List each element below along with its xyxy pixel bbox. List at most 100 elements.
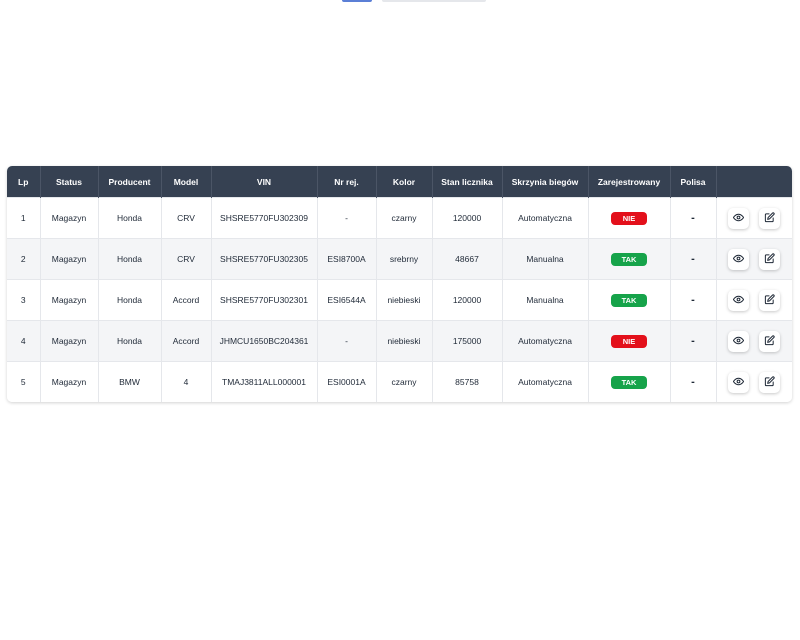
edit-icon <box>764 334 775 348</box>
cell-zarejestrowany: TAK <box>588 361 671 402</box>
vehicles-table: Lp Status Producent Model VIN Nr rej. Ko… <box>7 166 792 402</box>
cell-zarejestrowany: NIE <box>588 197 671 239</box>
column-header-producent: Producent <box>98 166 162 198</box>
cell-skrzynia: Automatyczna <box>502 361 589 402</box>
polisa-value: - <box>691 212 695 224</box>
cell-vin: JHMCU1650BC204361 <box>211 320 318 362</box>
table-row: 3 Magazyn Honda Accord SHSRE5770FU302301… <box>7 279 792 321</box>
column-header-status: Status <box>40 166 99 198</box>
cell-nr-rej: ESI0001A <box>317 361 377 402</box>
edit-button[interactable] <box>759 330 781 352</box>
cell-stan-licznika: 175000 <box>432 320 503 362</box>
cell-producent: Honda <box>98 197 162 239</box>
column-header-vin: VIN <box>211 166 318 198</box>
cell-skrzynia: Automatyczna <box>502 197 589 239</box>
eye-icon <box>733 376 745 389</box>
view-button[interactable] <box>728 371 750 393</box>
registered-badge: TAK <box>611 252 647 266</box>
cell-lp: 1 <box>7 197 41 239</box>
table-row: 2 Magazyn Honda CRV SHSRE5770FU302305 ES… <box>7 238 792 280</box>
cell-model: CRV <box>161 238 212 280</box>
cell-nr-rej: ESI8700A <box>317 238 377 280</box>
cell-lp: 4 <box>7 320 41 362</box>
cell-lp: 5 <box>7 361 41 402</box>
polisa-value: - <box>691 335 695 347</box>
cell-stan-licznika: 48667 <box>432 238 503 280</box>
top-tab-active[interactable] <box>342 0 372 2</box>
polisa-value: - <box>691 376 695 388</box>
column-header-stan-licznika: Stan licznika <box>432 166 503 198</box>
cell-actions <box>716 361 792 402</box>
cell-actions <box>716 197 792 239</box>
cell-nr-rej: - <box>317 197 377 239</box>
cell-skrzynia: Manualna <box>502 238 589 280</box>
cell-skrzynia: Automatyczna <box>502 320 589 362</box>
table-row: 5 Magazyn BMW 4 TMAJ3811ALL000001 ESI000… <box>7 361 792 402</box>
cell-status: Magazyn <box>40 197 99 239</box>
cell-producent: Honda <box>98 238 162 280</box>
column-header-zarejestrowany: Zarejestrowany <box>588 166 671 198</box>
view-button[interactable] <box>728 248 750 270</box>
polisa-value: - <box>691 253 695 265</box>
cell-skrzynia: Manualna <box>502 279 589 321</box>
cell-vin: SHSRE5770FU302309 <box>211 197 318 239</box>
column-header-skrzynia-biegow: Skrzynia biegów <box>502 166 589 198</box>
table-header-row: Lp Status Producent Model VIN Nr rej. Ko… <box>7 166 792 198</box>
cell-zarejestrowany: TAK <box>588 238 671 280</box>
edit-icon <box>764 293 775 307</box>
cell-producent: BMW <box>98 361 162 402</box>
edit-button[interactable] <box>759 371 781 393</box>
cell-polisa: - <box>670 197 717 239</box>
edit-icon <box>764 252 775 266</box>
edit-button[interactable] <box>759 289 781 311</box>
cell-polisa: - <box>670 238 717 280</box>
cell-model: 4 <box>161 361 212 402</box>
cell-status: Magazyn <box>40 238 99 280</box>
cell-zarejestrowany: NIE <box>588 320 671 362</box>
column-header-actions <box>716 166 792 198</box>
view-button[interactable] <box>728 289 750 311</box>
edit-icon <box>764 211 775 225</box>
cell-stan-licznika: 120000 <box>432 197 503 239</box>
vehicles-table-card: Lp Status Producent Model VIN Nr rej. Ko… <box>7 166 792 402</box>
cell-status: Magazyn <box>40 320 99 362</box>
top-tab[interactable] <box>382 0 486 2</box>
cell-model: Accord <box>161 279 212 321</box>
view-button[interactable] <box>728 207 750 229</box>
cell-actions <box>716 279 792 321</box>
cell-producent: Honda <box>98 320 162 362</box>
eye-icon <box>733 253 745 266</box>
edit-button[interactable] <box>759 248 781 270</box>
edit-button[interactable] <box>759 207 781 229</box>
cell-producent: Honda <box>98 279 162 321</box>
column-header-kolor: Kolor <box>376 166 433 198</box>
cell-polisa: - <box>670 361 717 402</box>
cell-actions <box>716 238 792 280</box>
cell-stan-licznika: 120000 <box>432 279 503 321</box>
cell-polisa: - <box>670 279 717 321</box>
polisa-value: - <box>691 294 695 306</box>
registered-badge: TAK <box>611 375 647 389</box>
cell-polisa: - <box>670 320 717 362</box>
cell-vin: SHSRE5770FU302301 <box>211 279 318 321</box>
table-row: 4 Magazyn Honda Accord JHMCU1650BC204361… <box>7 320 792 362</box>
eye-icon <box>733 294 745 307</box>
column-header-lp: Lp <box>7 166 41 198</box>
cell-status: Magazyn <box>40 279 99 321</box>
eye-icon <box>733 212 745 225</box>
edit-icon <box>764 375 775 389</box>
cell-vin: TMAJ3811ALL000001 <box>211 361 318 402</box>
eye-icon <box>733 335 745 348</box>
view-button[interactable] <box>728 330 750 352</box>
column-header-model: Model <box>161 166 212 198</box>
cell-kolor: niebieski <box>376 279 433 321</box>
cell-kolor: czarny <box>376 197 433 239</box>
registered-badge: NIE <box>611 211 647 225</box>
column-header-polisa: Polisa <box>670 166 717 198</box>
cell-model: Accord <box>161 320 212 362</box>
cell-kolor: srebrny <box>376 238 433 280</box>
cell-model: CRV <box>161 197 212 239</box>
cell-kolor: czarny <box>376 361 433 402</box>
registered-badge: NIE <box>611 334 647 348</box>
cell-nr-rej: ESI6544A <box>317 279 377 321</box>
